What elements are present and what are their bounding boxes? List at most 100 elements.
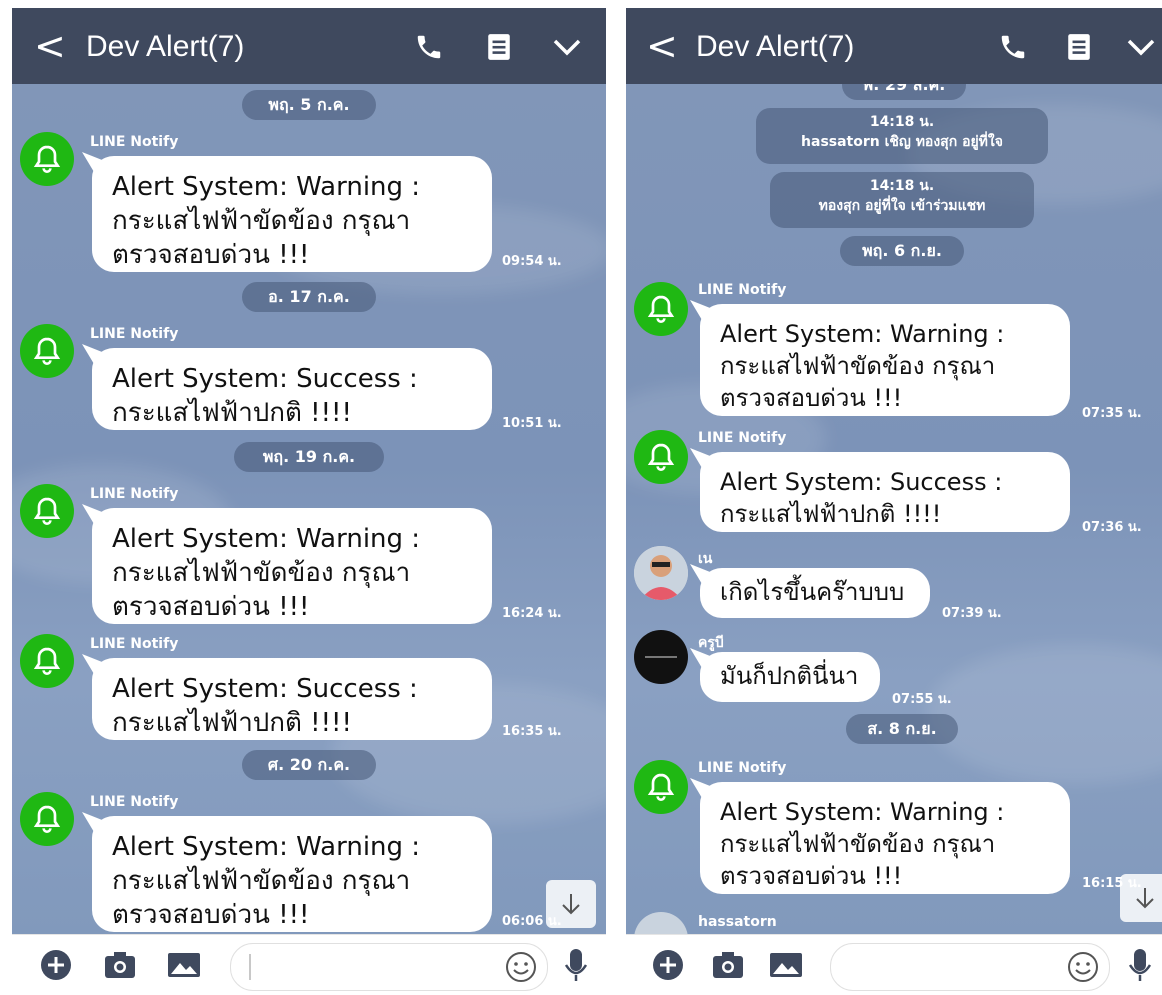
message-time: 07:36 น. xyxy=(1082,520,1142,535)
line-notify-avatar[interactable] xyxy=(20,484,74,538)
line-notify-avatar[interactable] xyxy=(634,760,688,814)
system-message: 14:18 น. ทองสุก อยู่ที่ใจ เข้าร่วมแชท xyxy=(770,172,1034,228)
message-text: Alert System: Warning : กระแสไฟฟ้าขัดข้อ… xyxy=(720,320,1005,412)
phone-icon[interactable] xyxy=(412,30,446,64)
line-notify-avatar[interactable] xyxy=(20,792,74,846)
bell-icon xyxy=(647,773,675,801)
message-time: 07:39 น. xyxy=(942,606,1002,621)
message-bubble[interactable]: Alert System: Warning : กระแสไฟฟ้าขัดข้อ… xyxy=(92,816,492,932)
message-text: มันก็ปกตินี่นา xyxy=(720,662,859,690)
date-separator: พฤ. 5 ก.ค. xyxy=(242,90,376,120)
message-bubble[interactable]: Alert System: Warning : กระแสไฟฟ้าขัดข้อ… xyxy=(700,304,1070,416)
message-input[interactable] xyxy=(830,943,1110,991)
image-icon[interactable] xyxy=(166,947,202,983)
message-text: Alert System: Warning : กระแสไฟฟ้าขัดข้อ… xyxy=(112,832,421,930)
sender-name: LINE Notify xyxy=(90,794,179,810)
line-notify-avatar[interactable] xyxy=(20,324,74,378)
chevron-down-icon[interactable] xyxy=(1124,30,1158,64)
input-toolbar xyxy=(626,934,1162,995)
left-chat-screen: < Dev Alert(7) พฤ. 5 ก.ค. LINE Notify Al… xyxy=(12,8,606,995)
sender-name: LINE Notify xyxy=(698,760,787,776)
sender-name: ครูบี xyxy=(698,635,724,651)
date-separator: พ. 29 ส.ค. xyxy=(842,84,966,100)
input-toolbar xyxy=(12,934,606,995)
message-bubble[interactable]: เกิดไรขึ้นคร๊าบบบ xyxy=(700,568,930,618)
chat-title: Dev Alert(7) xyxy=(86,30,245,63)
microphone-icon[interactable] xyxy=(1122,947,1158,983)
message-time: 16:24 น. xyxy=(502,606,562,621)
message-bubble[interactable]: Alert System: Success : กระแสไฟฟ้าปกติ !… xyxy=(700,452,1070,532)
line-notify-avatar[interactable] xyxy=(634,282,688,336)
user-avatar[interactable] xyxy=(634,630,688,684)
scroll-to-bottom-button[interactable] xyxy=(546,880,596,928)
smiley-icon xyxy=(506,952,536,982)
line-notify-avatar[interactable] xyxy=(20,634,74,688)
chevron-down-icon[interactable] xyxy=(550,30,584,64)
system-message-time: 14:18 น. xyxy=(869,114,935,130)
message-list[interactable]: พฤ. 5 ก.ค. LINE Notify Alert System: War… xyxy=(12,84,606,935)
sender-name: hassatorn xyxy=(698,914,777,930)
date-separator: ส. 8 ก.ย. xyxy=(846,714,958,744)
user-avatar[interactable] xyxy=(634,546,688,600)
line-notify-avatar[interactable] xyxy=(634,430,688,484)
smiley-icon xyxy=(1068,952,1098,982)
message-text: Alert System: Success : กระแสไฟฟ้าปกติ !… xyxy=(112,674,418,738)
sender-name: LINE Notify xyxy=(90,326,179,342)
back-button[interactable]: < xyxy=(646,22,678,70)
system-message-text: hassatorn เชิญ ทองสุก อยู่ที่ใจ xyxy=(801,134,1003,150)
system-message-time: 14:18 น. xyxy=(869,178,935,194)
bell-icon xyxy=(33,145,61,173)
message-bubble[interactable]: Alert System: Warning : กระแสไฟฟ้าขัดข้อ… xyxy=(92,508,492,624)
note-icon[interactable] xyxy=(482,30,516,64)
bell-icon xyxy=(33,647,61,675)
message-bubble[interactable]: มันก็ปกตินี่นา xyxy=(700,652,880,702)
note-icon[interactable] xyxy=(1062,30,1096,64)
message-bubble[interactable]: Alert System: Warning : กระแสไฟฟ้าขัดข้อ… xyxy=(92,156,492,272)
message-time: 07:55 น. xyxy=(892,692,952,707)
image-icon[interactable] xyxy=(768,947,804,983)
sender-name: LINE Notify xyxy=(90,636,179,652)
message-input[interactable] xyxy=(230,943,548,991)
message-time: 10:51 น. xyxy=(502,416,562,431)
bell-icon xyxy=(647,295,675,323)
back-button[interactable]: < xyxy=(34,22,66,70)
sender-name: LINE Notify xyxy=(698,430,787,446)
chat-header: < Dev Alert(7) xyxy=(626,8,1162,84)
system-message: 14:18 น. hassatorn เชิญ ทองสุก อยู่ที่ใจ xyxy=(756,108,1048,164)
bell-icon xyxy=(33,337,61,365)
date-separator: ศ. 20 ก.ค. xyxy=(242,750,376,780)
message-bubble[interactable]: Alert System: Success : กระแสไฟฟ้าปกติ !… xyxy=(92,348,492,430)
message-bubble[interactable]: Alert System: Success : กระแสไฟฟ้าปกติ !… xyxy=(92,658,492,740)
date-separator: พฤ. 6 ก.ย. xyxy=(840,236,964,266)
camera-icon[interactable] xyxy=(710,947,746,983)
message-text: Alert System: Warning : กระแสไฟฟ้าขัดข้อ… xyxy=(720,798,1005,890)
phone-icon[interactable] xyxy=(996,30,1030,64)
message-text: เกิดไรขึ้นคร๊าบบบ xyxy=(720,578,905,606)
sender-name: LINE Notify xyxy=(90,134,179,150)
bell-icon xyxy=(33,805,61,833)
bell-icon xyxy=(33,497,61,525)
message-text: Alert System: Success : กระแสไฟฟ้าปกติ !… xyxy=(112,364,418,428)
microphone-icon[interactable] xyxy=(558,947,594,983)
message-text: Alert System: Warning : กระแสไฟฟ้าขัดข้อ… xyxy=(112,172,421,270)
sender-name: LINE Notify xyxy=(698,282,787,298)
plus-icon[interactable] xyxy=(650,947,686,983)
message-list[interactable]: พ. 29 ส.ค. 14:18 น. hassatorn เชิญ ทองสุ… xyxy=(626,84,1162,935)
date-separator: อ. 17 ก.ค. xyxy=(242,282,376,312)
message-time: 07:35 น. xyxy=(1082,406,1142,421)
message-bubble[interactable]: Alert System: Warning : กระแสไฟฟ้าขัดข้อ… xyxy=(700,782,1070,894)
right-chat-screen: < Dev Alert(7) พ. 29 ส.ค. 14:18 น. hassa… xyxy=(626,8,1162,995)
message-time: 16:35 น. xyxy=(502,724,562,739)
chat-title: Dev Alert(7) xyxy=(696,30,855,63)
system-message-text: ทองสุก อยู่ที่ใจ เข้าร่วมแชท xyxy=(818,198,986,214)
sender-name: LINE Notify xyxy=(90,486,179,502)
arrow-down-icon xyxy=(1136,888,1154,909)
plus-icon[interactable] xyxy=(38,947,74,983)
arrow-down-icon xyxy=(562,894,580,915)
message-text: Alert System: Success : กระแสไฟฟ้าปกติ !… xyxy=(720,468,1003,528)
user-avatar[interactable] xyxy=(634,912,688,935)
scroll-to-bottom-button[interactable] xyxy=(1120,874,1162,922)
camera-icon[interactable] xyxy=(102,947,138,983)
line-notify-avatar[interactable] xyxy=(20,132,74,186)
message-time: 09:54 น. xyxy=(502,254,562,269)
